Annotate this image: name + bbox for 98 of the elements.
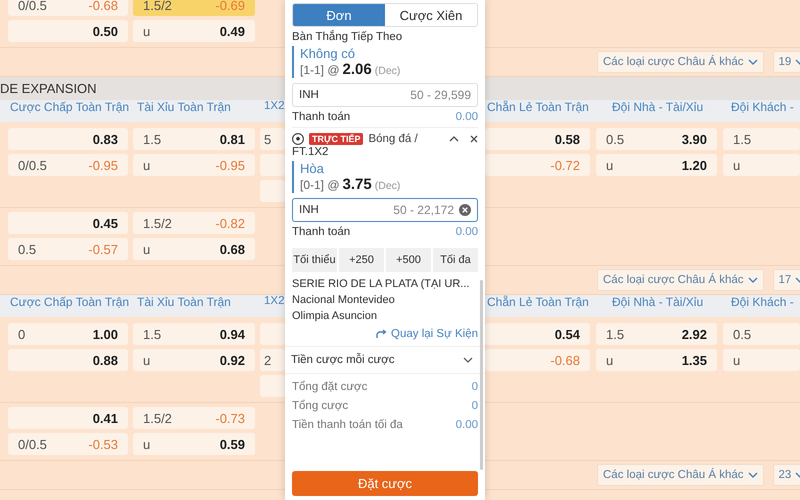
odds-cell[interactable]: u -0.95 <box>133 154 255 176</box>
league-name: DE EXPANSION <box>0 81 97 96</box>
quick-stake-button[interactable]: +250 <box>339 248 384 272</box>
summary-label: Tổng cược <box>292 399 348 414</box>
team-name: Olimpia Asuncion <box>292 309 378 324</box>
summary-value: 0 <box>472 399 478 414</box>
quick-stake-button[interactable]: +500 <box>386 248 431 272</box>
selection-name: Hòa <box>300 161 325 176</box>
odds-cell[interactable]: 1.5/2 -0.82 <box>133 212 255 234</box>
scrollbar[interactable] <box>480 280 483 470</box>
team-name: Nacional Montevideo <box>292 293 396 308</box>
slip-tab[interactable]: Đơn <box>293 4 385 26</box>
score-label: [1-1] @ <box>300 63 340 77</box>
odds-value: 3.75 <box>342 176 372 193</box>
column-header: Tài Xỉu Toàn Trận <box>136 100 232 116</box>
summary-label: Tổng đặt cược <box>292 380 368 395</box>
odds-cell[interactable]: 0 1.00 <box>8 323 128 345</box>
redo-arrow-icon <box>375 329 388 339</box>
column-header: Đội Nhà - Tài/Xỉu <box>611 295 704 311</box>
odds-cell[interactable]: u 1.35 <box>596 349 717 371</box>
bet-type-dropdown[interactable]: Các loại cược Châu Á khác <box>597 269 764 291</box>
sport-label: Bóng đá / <box>368 133 419 145</box>
caret-up-icon[interactable] <box>449 136 459 142</box>
chevron-down-icon <box>748 277 758 283</box>
chevron-down-icon <box>463 357 473 363</box>
column-header: Cược Chấp Toàn Trận <box>9 100 130 116</box>
odds-cell[interactable]: 0/0.5 -0.68 <box>8 0 128 16</box>
odds-cell[interactable]: 1.5 0.94 <box>133 323 255 345</box>
odds-cell[interactable]: u 0.49 <box>133 20 255 42</box>
odds-cell[interactable]: 1.5 2.92 <box>596 323 717 345</box>
payout-value: 0.00 <box>456 226 478 238</box>
market-name: FT.1X2 <box>292 146 330 158</box>
close-icon[interactable] <box>470 135 478 143</box>
odds-cell[interactable]: 0.5 -0.57 <box>8 238 128 260</box>
bet-type-dropdown[interactable]: Các loại cược Châu Á khác <box>597 51 764 73</box>
odds-cell[interactable]: u <box>723 349 800 371</box>
odds-cell[interactable]: 0.58 <box>485 128 590 150</box>
count-dropdown[interactable]: 17 <box>772 269 800 291</box>
odds-cell[interactable]: u 0.68 <box>133 238 255 260</box>
count-dropdown[interactable]: 19 <box>772 51 800 73</box>
column-header: Tài Xỉu Toàn Trận <box>136 295 232 311</box>
score-label: [0-1] @ <box>300 178 340 192</box>
league-name: SERIE RIO DE LA PLATA (TẠI UR... <box>292 277 470 292</box>
odds-cell[interactable]: 1.5/2 -0.73 <box>133 407 255 429</box>
odds-cell[interactable]: 1.5 0.81 <box>133 128 255 150</box>
odds-cell[interactable]: u 0.92 <box>133 349 255 371</box>
odds-cell[interactable]: u 1.20 <box>596 154 717 176</box>
stake-input[interactable]: INH 50 - 29,599 <box>292 83 478 107</box>
quick-stake-button[interactable]: Tối thiểu <box>292 248 337 272</box>
live-badge: TRỰC TIẾP <box>309 133 364 145</box>
odds-cell[interactable] <box>260 154 285 176</box>
bet-type-dropdown[interactable]: Các loại cược Châu Á khác <box>597 464 764 486</box>
odds-cell[interactable]: 5 <box>260 128 285 150</box>
stake-input[interactable]: INH 50 - 22,172 <box>292 198 478 222</box>
chevron-down-icon <box>748 59 758 65</box>
count-dropdown[interactable]: 23 <box>772 464 800 486</box>
odds-format: (Dec) <box>374 65 400 77</box>
payout-value: 0.00 <box>456 111 478 123</box>
column-header: Chẵn Lẻ Toàn Trận <box>486 295 590 311</box>
odds-format: (Dec) <box>374 180 400 192</box>
odds-cell[interactable]: 2 <box>260 349 285 371</box>
clear-icon[interactable] <box>459 204 471 216</box>
odds-cell[interactable]: 0/0.5 -0.95 <box>8 154 128 176</box>
quick-stake-button[interactable]: Tối đa <box>433 248 478 272</box>
payout-label: Thanh toán <box>292 111 350 123</box>
odds-cell[interactable]: 0.54 <box>485 323 590 345</box>
column-header: Cược Chấp Toàn Trận <box>9 295 130 311</box>
column-header: 1X2 <box>264 100 285 114</box>
column-header: 1X2 <box>264 295 285 309</box>
odds-cell[interactable]: u <box>723 154 800 176</box>
column-header: Đội Khách - <box>730 100 795 116</box>
odds-value: 2.06 <box>342 61 372 78</box>
odds-cell[interactable]: 0.83 <box>8 128 128 150</box>
odds-cell[interactable]: 0.5 <box>723 323 800 345</box>
odds-cell[interactable]: u 0.59 <box>133 433 255 455</box>
selection-name: Không có <box>300 46 356 61</box>
chevron-down-icon <box>748 472 758 478</box>
odds-cell[interactable]: 0.50 <box>8 20 128 42</box>
summary-value: 0 <box>472 380 478 395</box>
odds-cell[interactable]: 0.41 <box>8 407 128 429</box>
odds-cell[interactable] <box>260 375 285 397</box>
summary-label: Tiền thanh toán tối đa <box>292 418 403 433</box>
payout-label: Thanh toán <box>292 226 350 238</box>
odds-cell[interactable] <box>260 323 285 345</box>
odds-cell[interactable]: 1.5 <box>723 128 800 150</box>
odds-cell[interactable]: 0.88 <box>8 349 128 371</box>
column-header: Chẵn Lẻ Toàn Trận <box>486 100 590 116</box>
back-to-event-link[interactable]: Quay lại Sự Kiện <box>375 328 478 340</box>
market-name: Bàn Thắng Tiếp Theo <box>292 31 404 43</box>
odds-cell[interactable]: 0/0.5 -0.53 <box>8 433 128 455</box>
odds-cell[interactable]: 0.5 3.90 <box>596 128 717 150</box>
column-header: Đội Khách - <box>730 295 795 311</box>
soccer-ball-icon <box>292 133 304 145</box>
odds-cell[interactable]: 1.5/2 -0.69 <box>133 0 255 16</box>
odds-cell[interactable] <box>260 180 285 202</box>
column-header: Đội Nhà - Tài/Xỉu <box>611 100 704 116</box>
odds-cell[interactable]: 0.45 <box>8 212 128 234</box>
summary-value: 0.00 <box>456 418 478 433</box>
